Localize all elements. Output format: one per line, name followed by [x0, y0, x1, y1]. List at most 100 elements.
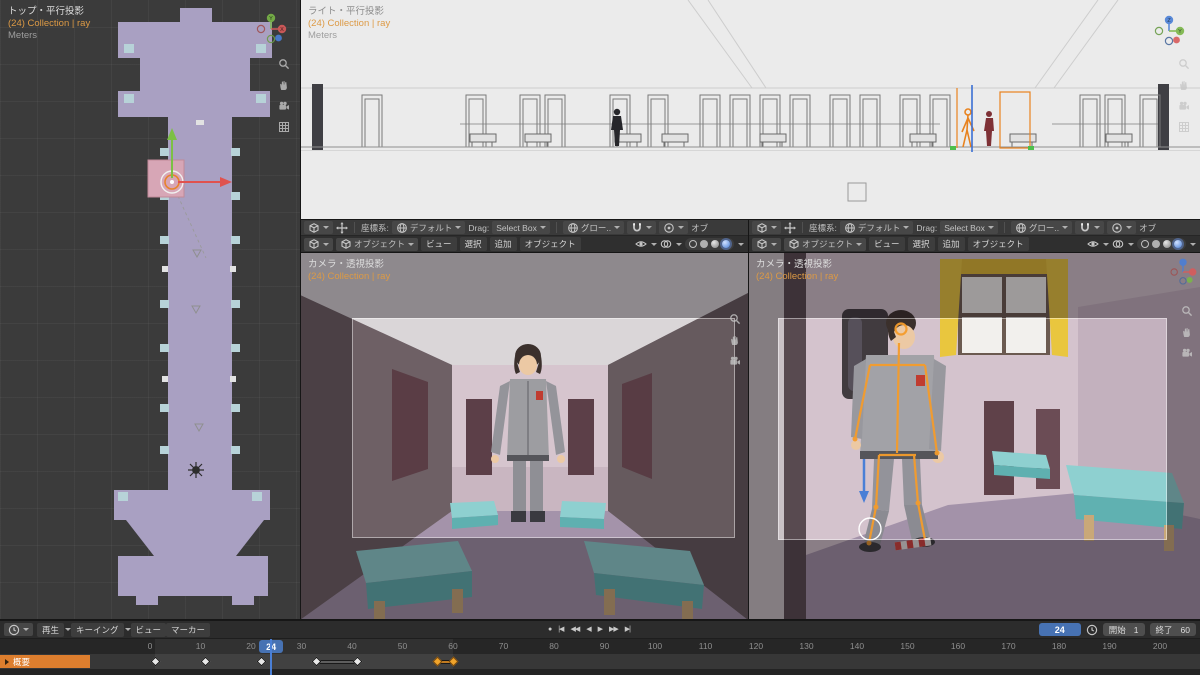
top-view-scene[interactable]	[0, 0, 300, 620]
menu-keying[interactable]: キーイング	[71, 622, 124, 637]
side-view-scene[interactable]	[300, 0, 1200, 220]
camera-view-icon[interactable]	[729, 355, 741, 367]
snap-dropdown[interactable]	[627, 221, 657, 234]
menu-marker[interactable]: マーカー	[166, 622, 211, 637]
dropdown-value: オブジェクト	[802, 239, 854, 249]
shading-material-icon[interactable]	[1163, 240, 1171, 248]
zoom-icon[interactable]	[729, 313, 741, 325]
editor-type-button[interactable]	[4, 623, 33, 636]
pan-hand-icon[interactable]	[1178, 79, 1190, 91]
orientation-dropdown[interactable]: デフォルト	[391, 221, 466, 234]
proportional-edit-dropdown[interactable]	[1107, 221, 1137, 234]
drag-tool-dropdown[interactable]: Select Box	[940, 221, 998, 234]
zoom-icon[interactable]	[1181, 305, 1193, 317]
snap-dropdown[interactable]	[1075, 221, 1105, 234]
jump-start-button[interactable]: |◀	[556, 623, 565, 636]
move-tool-icon[interactable]	[784, 221, 796, 234]
visibility-icon[interactable]	[1087, 238, 1099, 250]
camera-view-icon[interactable]	[1178, 100, 1190, 112]
pan-hand-icon[interactable]	[1181, 326, 1193, 338]
shading-wireframe-icon[interactable]	[1141, 240, 1149, 248]
keyframe-diamond[interactable]	[150, 656, 160, 667]
visibility-icon[interactable]	[635, 238, 647, 250]
editor-type-button[interactable]	[752, 237, 781, 251]
orientation-dropdown[interactable]: デフォルト	[839, 221, 914, 234]
transform-orientation-dropdown[interactable]: グロー..	[1010, 221, 1073, 234]
editor-type-button[interactable]	[304, 237, 333, 251]
menu-object[interactable]: オブジェクト	[967, 237, 1029, 251]
keyframe-diamond[interactable]	[352, 656, 362, 667]
mode-dropdown[interactable]: オブジェクト	[784, 237, 867, 251]
viewport-camera-right[interactable]: カメラ・透視投影 (24) Collection | ray	[748, 253, 1200, 620]
menu-view[interactable]: ビュー	[421, 237, 457, 251]
camera-left-scene[interactable]	[300, 253, 748, 620]
shading-material-icon[interactable]	[711, 240, 719, 248]
editor-type-button[interactable]	[304, 221, 333, 234]
mode-dropdown[interactable]: オブジェクト	[336, 237, 419, 251]
shading-rendered-icon[interactable]	[722, 240, 730, 248]
move-tool-icon[interactable]	[336, 221, 348, 234]
viewport-right-ortho[interactable]: ライト・平行投影 (24) Collection | ray Meters Z …	[300, 0, 1200, 220]
ortho-grid-icon[interactable]	[278, 121, 290, 133]
end-label: 終了	[1155, 624, 1173, 635]
frame-end-field[interactable]: 終了 60	[1149, 623, 1196, 636]
play-button[interactable]: ▶	[596, 623, 604, 636]
menu-playback[interactable]: 再生	[37, 622, 65, 637]
overlays-icon[interactable]	[1112, 238, 1124, 250]
shading-wireframe-icon[interactable]	[689, 240, 697, 248]
camera-view-icon[interactable]	[278, 100, 290, 112]
keyframe-diamond[interactable]	[311, 656, 322, 667]
nav-gizmo[interactable]	[1168, 257, 1198, 292]
transform-orientation-dropdown[interactable]: グロー..	[562, 221, 625, 234]
shading-mode-group[interactable]	[1137, 238, 1186, 250]
expand-triangle-icon[interactable]	[5, 658, 9, 665]
keyframe-diamond[interactable]	[448, 656, 458, 667]
lamp-object[interactable]	[188, 462, 204, 478]
pan-hand-icon[interactable]	[729, 334, 741, 346]
menu-add[interactable]: 追加	[489, 237, 517, 251]
camera-view-icon[interactable]	[1181, 347, 1193, 359]
menu-select[interactable]: 選択	[459, 237, 487, 251]
ortho-grid-icon[interactable]	[1178, 121, 1190, 133]
overlays-icon[interactable]	[660, 238, 672, 250]
truncated-label: オブ	[1139, 222, 1157, 233]
zoom-icon[interactable]	[278, 58, 290, 70]
camera-right-scene[interactable]	[748, 253, 1200, 620]
viewport-camera-left[interactable]: カメラ・透視投影 (24) Collection | ray	[300, 253, 748, 620]
globe-icon	[1015, 222, 1027, 234]
proportional-edit-dropdown[interactable]	[659, 221, 689, 234]
pan-hand-icon[interactable]	[278, 79, 290, 91]
current-frame-field[interactable]: 24	[1038, 623, 1081, 636]
drag-tool-dropdown[interactable]: Select Box	[492, 221, 550, 234]
shading-solid-icon[interactable]	[700, 240, 708, 248]
keyframe-hold-bar[interactable]	[316, 659, 358, 664]
frame-ruler[interactable]: 24 0102030405060708090100110120130140150…	[0, 638, 1200, 654]
editor-type-button[interactable]	[752, 221, 781, 234]
keyframe-diamond[interactable]	[432, 656, 443, 667]
menu-view[interactable]: ビュー	[869, 237, 905, 251]
menu-object[interactable]: オブジェクト	[519, 237, 581, 251]
keyframe-track[interactable]	[0, 654, 1200, 669]
keyframe-diamond[interactable]	[200, 656, 211, 667]
prev-keyframe-button[interactable]: ◀◀	[568, 623, 581, 636]
menu-view[interactable]: ビュー	[130, 622, 167, 637]
shading-mode-group[interactable]	[685, 238, 734, 250]
menu-add[interactable]: 追加	[937, 237, 965, 251]
playhead[interactable]	[270, 639, 273, 675]
frame-start-field[interactable]: 開始 1	[1102, 623, 1145, 636]
viewport-top-ortho[interactable]: トップ・平行投影 (24) Collection | ray Meters Y …	[0, 0, 300, 620]
menu-select[interactable]: 選択	[907, 237, 935, 251]
shading-rendered-icon[interactable]	[1174, 240, 1182, 248]
keyframe-diamond[interactable]	[256, 656, 267, 667]
jump-end-button[interactable]: ▶|	[623, 623, 632, 636]
zoom-icon[interactable]	[1178, 58, 1190, 70]
summary-channel[interactable]: 概要	[0, 655, 90, 668]
nav-gizmo[interactable]: Y X	[254, 12, 288, 51]
dopesheet-summary[interactable]: 概要	[0, 654, 1200, 675]
snap-magnet-icon	[1079, 222, 1091, 234]
shading-solid-icon[interactable]	[1152, 240, 1160, 248]
nav-gizmo[interactable]: Z Y	[1152, 14, 1186, 53]
autokey-toggle[interactable]: ●	[546, 623, 553, 636]
play-reverse-button[interactable]: ◀	[584, 623, 592, 636]
next-keyframe-button[interactable]: ▶▶	[607, 623, 620, 636]
